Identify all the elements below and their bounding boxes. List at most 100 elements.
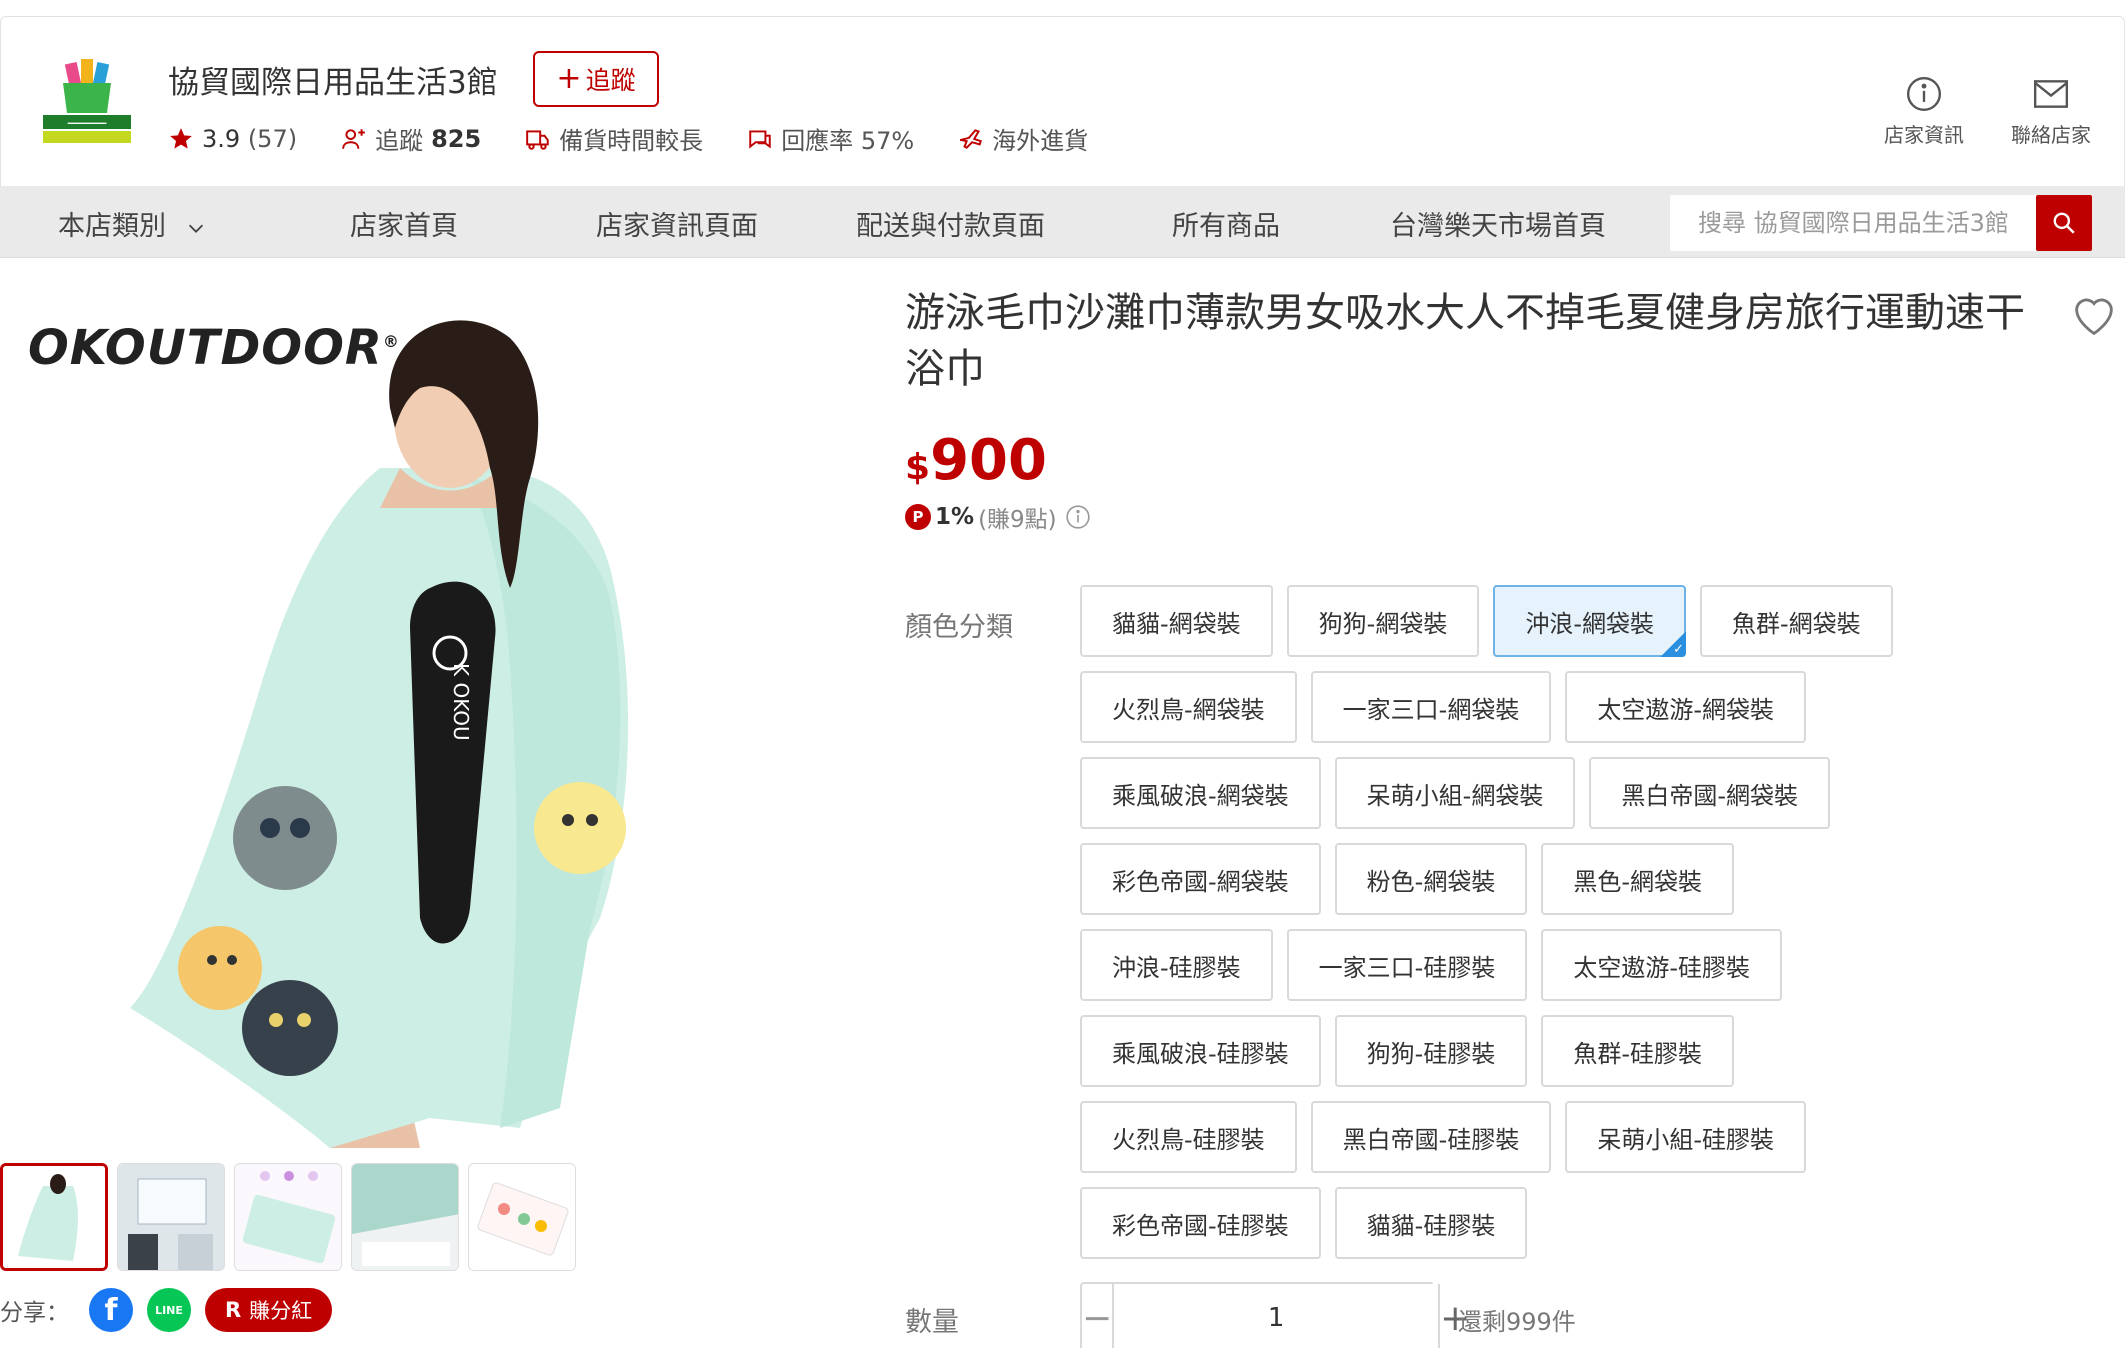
follow-label: 追蹤 xyxy=(585,66,636,95)
color-option-6[interactable]: 一家三口-網袋裝 xyxy=(1310,671,1552,743)
color-option-label-text: 粉色-網袋裝 xyxy=(1366,867,1496,896)
color-option-label-text: 彩色帝國-硅膠裝 xyxy=(1112,1211,1289,1240)
followers-label: 追蹤 xyxy=(375,127,424,155)
color-option-label-text: 一家三口-硅膠裝 xyxy=(1318,953,1496,982)
nav-all-products[interactable]: 所有商品 xyxy=(1172,204,1280,243)
brand-mark: OKOUTDOOR® xyxy=(28,320,400,376)
color-option-label-text: 魚群-硅膠裝 xyxy=(1573,1039,1703,1068)
points-pct: 1% xyxy=(935,504,975,530)
nav-store-categories-label: 本店類別 xyxy=(58,211,166,242)
shop-logo[interactable]: ━━━━━━━━ xyxy=(37,55,137,155)
color-option-5[interactable]: 火烈鳥-網袋裝 xyxy=(1080,671,1297,743)
nav-rakuten-home[interactable]: 台灣樂天市場首頁 xyxy=(1390,204,1606,243)
color-option-16[interactable]: 太空遨游-硅膠裝 xyxy=(1541,929,1783,1001)
color-option-15[interactable]: 一家三口-硅膠裝 xyxy=(1286,929,1528,1001)
price-currency: $ xyxy=(905,447,931,488)
color-option-label-text: 狗狗-網袋裝 xyxy=(1318,609,1448,638)
contact-store-label: 聯絡店家 xyxy=(2011,123,2091,147)
color-option-8[interactable]: 乘風破浪-網袋裝 xyxy=(1080,757,1321,829)
shop-prep-time: 備貨時間較長 xyxy=(525,121,703,156)
nav-store-info-page[interactable]: 店家資訊頁面 xyxy=(596,204,758,243)
store-search-input[interactable] xyxy=(1670,195,2040,251)
product-photo: K OKOU xyxy=(130,320,629,1148)
contact-store-button[interactable]: 聯絡店家 xyxy=(1996,75,2106,148)
color-option-1[interactable]: 貓貓-網袋裝 xyxy=(1080,585,1273,657)
share-bar: 分享： f LINE R 賺分紅 xyxy=(0,1288,333,1332)
thumbnail-3[interactable] xyxy=(234,1163,342,1271)
color-option-label-text: 乘風破浪-硅膠裝 xyxy=(1112,1039,1289,1068)
add-person-icon xyxy=(342,128,365,149)
color-option-4[interactable]: 魚群-網袋裝 xyxy=(1700,585,1893,657)
color-option-14[interactable]: 沖浪-硅膠裝 xyxy=(1080,929,1273,1001)
favorite-heart-icon[interactable] xyxy=(2068,290,2120,342)
color-option-label-text: 貓貓-硅膠裝 xyxy=(1366,1211,1496,1240)
svg-text:━━━━━━━━: ━━━━━━━━ xyxy=(67,119,107,128)
product-title: 游泳毛巾沙灘巾薄款男女吸水大人不掉毛夏健身房旅行運動速干浴巾 xyxy=(905,290,2025,392)
store-info-label: 店家資訊 xyxy=(1884,123,1964,147)
color-option-21[interactable]: 黑白帝國-硅膠裝 xyxy=(1310,1101,1552,1173)
color-option-22[interactable]: 呆萌小組-硅膠裝 xyxy=(1565,1101,1807,1173)
thumbnail-5[interactable] xyxy=(468,1163,576,1271)
color-option-label-text: 貓貓-網袋裝 xyxy=(1112,609,1241,638)
color-option-24[interactable]: 貓貓-硅膠裝 xyxy=(1334,1187,1528,1259)
store-search xyxy=(1670,195,2092,251)
quantity-input[interactable] xyxy=(1112,1284,1441,1348)
line-share-icon[interactable]: LINE xyxy=(147,1288,191,1332)
points-info-icon[interactable] xyxy=(1065,504,1091,530)
facebook-share-icon[interactable]: f xyxy=(89,1288,133,1332)
color-option-20[interactable]: 火烈鳥-硅膠裝 xyxy=(1080,1101,1297,1173)
color-option-2[interactable]: 狗狗-網袋裝 xyxy=(1286,585,1480,657)
color-option-17[interactable]: 乘風破浪-硅膠裝 xyxy=(1080,1015,1321,1087)
quantity-minus-button[interactable]: − xyxy=(1082,1284,1112,1348)
color-option-label-text: 火烈鳥-硅膠裝 xyxy=(1112,1125,1265,1154)
shop-overseas: 海外進貨 xyxy=(958,121,1088,156)
color-option-9[interactable]: 呆萌小組-網袋裝 xyxy=(1334,757,1576,829)
earn-rewards-button[interactable]: R 賺分紅 xyxy=(205,1288,333,1332)
mail-icon xyxy=(2033,80,2069,108)
search-button[interactable] xyxy=(2036,195,2092,251)
search-icon xyxy=(2053,212,2075,234)
follow-button[interactable]: + 追蹤 xyxy=(533,51,659,107)
color-option-label-text: 呆萌小組-硅膠裝 xyxy=(1597,1125,1775,1154)
store-navbar: 本店類別 店家首頁 店家資訊頁面 配送與付款頁面 所有商品 台灣樂天市場首頁 xyxy=(0,186,2125,258)
color-option-19[interactable]: 魚群-硅膠裝 xyxy=(1541,1015,1735,1087)
color-option-label-text: 黑白帝國-硅膠裝 xyxy=(1342,1125,1520,1154)
color-option-label: 顏色分類 xyxy=(905,612,1013,643)
truck-icon xyxy=(526,129,549,150)
thumbnail-1[interactable] xyxy=(0,1163,108,1271)
thumbnail-4[interactable] xyxy=(351,1163,459,1271)
shop-response-rate: 回應率 57% xyxy=(747,121,914,156)
share-label: 分享： xyxy=(0,1300,69,1326)
color-option-18[interactable]: 狗狗-硅膠裝 xyxy=(1334,1015,1528,1087)
nav-store-home[interactable]: 店家首頁 xyxy=(350,204,458,243)
color-option-label-text: 黑色-網袋裝 xyxy=(1573,867,1703,896)
thumbnail-2[interactable] xyxy=(117,1163,225,1271)
color-option-label-text: 呆萌小組-網袋裝 xyxy=(1366,781,1544,810)
shop-name[interactable]: 協貿國際日用品生活3館 xyxy=(168,57,498,102)
product-main-image[interactable]: K OKOU OKOUTDOOR® xyxy=(0,268,860,1148)
color-option-23[interactable]: 彩色帝國-硅膠裝 xyxy=(1080,1187,1321,1259)
shop-rating[interactable]: 3.9 (57) xyxy=(168,125,297,153)
color-option-3[interactable]: 沖浪-網袋裝 xyxy=(1493,585,1687,657)
star-icon xyxy=(170,127,192,149)
color-option-11[interactable]: 彩色帝國-網袋裝 xyxy=(1080,843,1321,915)
color-option-12[interactable]: 粉色-網袋裝 xyxy=(1334,843,1528,915)
rating-value: 3.9 xyxy=(202,124,241,153)
overseas-text: 海外進貨 xyxy=(992,127,1089,155)
points-info: P 1% (賺9點) xyxy=(905,500,1091,534)
color-option-10[interactable]: 黑白帝國-網袋裝 xyxy=(1589,757,1831,829)
airplane-icon xyxy=(960,128,983,149)
color-option-label-text: 狗狗-硅膠裝 xyxy=(1366,1039,1496,1068)
brand-name: OKOUTDOOR xyxy=(28,320,383,376)
store-info-button[interactable]: 店家資訊 xyxy=(1869,75,1979,148)
prep-time-text: 備貨時間較長 xyxy=(559,127,704,155)
price-amount: 900 xyxy=(930,428,1047,493)
points-text: (賺9點) xyxy=(978,507,1057,533)
nav-store-categories[interactable]: 本店類別 xyxy=(58,204,207,243)
earn-rewards-label: 賺分紅 xyxy=(249,1299,313,1323)
rakuten-r-icon: R xyxy=(225,1298,242,1322)
color-option-13[interactable]: 黑色-網袋裝 xyxy=(1541,843,1735,915)
shop-stats: 3.9 (57) 追蹤 825 備貨時間較長 回應率 57% 海外進貨 xyxy=(168,121,1132,156)
color-option-7[interactable]: 太空遨游-網袋裝 xyxy=(1565,671,1807,743)
nav-shipping-payment[interactable]: 配送與付款頁面 xyxy=(856,204,1045,243)
